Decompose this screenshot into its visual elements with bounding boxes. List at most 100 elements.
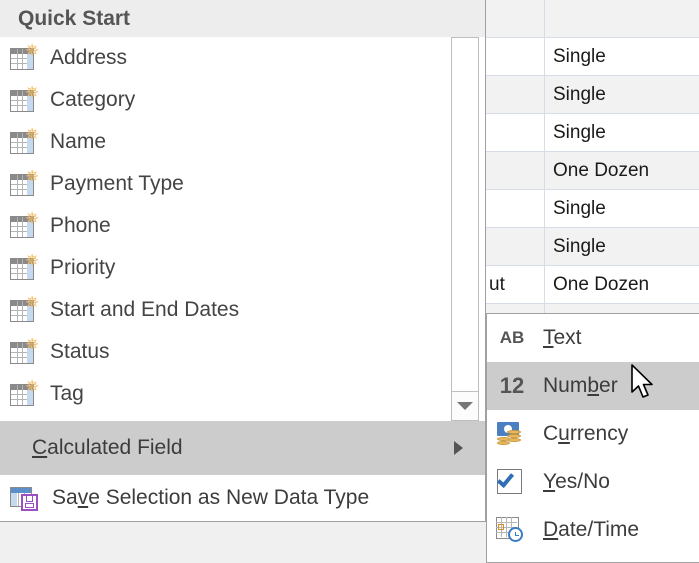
table-sparkle-icon: ✵: [10, 378, 39, 407]
accel-char: b: [587, 374, 600, 397]
table-sparkle-icon: ✵: [10, 294, 39, 323]
table-cell[interactable]: [486, 38, 545, 75]
scroll-down-icon: [457, 402, 473, 410]
menu-item-label: Phone: [50, 214, 111, 237]
submenu-item-label: Currency: [543, 422, 628, 446]
table-row[interactable]: One Dozen: [486, 152, 699, 190]
table-cell[interactable]: [486, 152, 545, 189]
save-icon-table-col: [11, 493, 17, 506]
table-icon-vline-1: [17, 133, 18, 153]
accel-char: C: [32, 436, 48, 459]
scroll-down-button[interactable]: [451, 391, 479, 421]
accel-char: T: [543, 326, 554, 349]
table-icon-vline-2: [22, 133, 23, 153]
clock-icon: [508, 527, 523, 542]
table-save-icon: [10, 485, 38, 511]
sparkle-icon: ✵: [25, 83, 40, 102]
table-icon-vline-2: [22, 259, 23, 279]
submenu-item-label: Number: [543, 374, 618, 398]
table-icon-vline-2: [22, 49, 23, 69]
menu-item-phone[interactable]: ✵ Phone: [0, 205, 485, 247]
table-sparkle-icon: ✵: [10, 336, 39, 365]
table-cell[interactable]: Single: [545, 76, 699, 113]
cal-selected-day: [498, 524, 504, 530]
quick-start-scrollbar[interactable]: [451, 37, 479, 421]
floppy-disk-icon: [21, 494, 38, 511]
table-cell[interactable]: [486, 228, 545, 265]
table-cell[interactable]: [545, 0, 699, 37]
table-row[interactable]: Single: [486, 114, 699, 152]
quick-start-dropdown-menu: Quick Start ✵ Address ✵ Category ✵ Name ✵ Payme…: [0, 0, 486, 522]
submenu-item-number[interactable]: 12 Number: [487, 362, 699, 410]
table-icon-vline-2: [22, 175, 23, 195]
table-cell[interactable]: [486, 190, 545, 227]
table-row[interactable]: Single: [486, 76, 699, 114]
table-cell[interactable]: Single: [545, 38, 699, 75]
table-cell[interactable]: [486, 76, 545, 113]
submenu-item-yes-no[interactable]: Yes/No: [487, 458, 699, 506]
table-cell[interactable]: ut: [486, 266, 545, 303]
table-cell[interactable]: One Dozen: [545, 266, 699, 303]
submenu-item-text[interactable]: AB Text: [487, 314, 699, 362]
submenu-item-currency[interactable]: Currency: [487, 410, 699, 458]
scrollbar-track[interactable]: [452, 38, 478, 420]
menu-item-tag[interactable]: ✵ Tag: [0, 373, 485, 415]
sparkle-icon: ✵: [25, 251, 40, 270]
accel-char: D: [543, 518, 559, 541]
save-pre: Sa: [52, 486, 78, 509]
menu-item-label: Address: [50, 46, 128, 69]
table-icon-vline-2: [22, 343, 23, 363]
save-icon-vline-1: [18, 493, 19, 506]
label-pre: C: [543, 422, 559, 445]
table-icon-vline-1: [17, 49, 18, 69]
menu-item-calculated-field[interactable]: Calculated Field: [0, 421, 485, 475]
coin-5: [497, 441, 510, 445]
table-sparkle-icon: ✵: [10, 251, 40, 281]
menu-item-name[interactable]: ✵ Name: [0, 121, 485, 163]
save-rest: e Selection as New Data Type: [88, 486, 370, 509]
submenu-item-date-time[interactable]: Date/Time: [487, 506, 699, 554]
label-pre: Num: [543, 374, 588, 397]
cal-hline-1: [496, 522, 517, 523]
menu-item-start-and-end-dates[interactable]: ✵ Start and End Dates: [0, 289, 485, 331]
table-icon-vline-2: [22, 217, 23, 237]
menu-item-payment-type[interactable]: ✵ Payment Type: [0, 163, 485, 205]
table-icon-vline-2: [22, 91, 23, 111]
calculated-field-rest: alculated Field: [47, 436, 183, 459]
table-icon-vline-1: [17, 217, 18, 237]
menu-item-status[interactable]: ✵ Status: [0, 331, 485, 373]
table-cell[interactable]: [486, 114, 545, 151]
table-icon-vline-1: [17, 175, 18, 195]
calendar-clock-icon: [495, 516, 529, 544]
checkbox-icon: [495, 468, 529, 496]
number-12-icon: 12: [499, 373, 525, 398]
table-cell[interactable]: Single: [545, 228, 699, 265]
table-sparkle-icon: ✵: [10, 126, 39, 155]
table-sparkle-icon: ✵: [10, 83, 40, 113]
data-type-submenu-items: AB Text 12 Number Currency Yes/No Date/Time: [487, 314, 699, 554]
table-icon-vline-2: [22, 385, 23, 405]
accel-char: u: [558, 422, 570, 445]
table-row[interactable]: Single: [486, 190, 699, 228]
menu-item-category[interactable]: ✵ Category: [0, 79, 485, 121]
menu-item-save-selection[interactable]: Save Selection as New Data Type: [0, 475, 485, 521]
table-row[interactable]: ut One Dozen: [486, 266, 699, 304]
table-cell[interactable]: One Dozen: [545, 152, 699, 189]
table-cell[interactable]: [486, 0, 545, 37]
menu-item-address[interactable]: ✵ Address: [0, 37, 485, 79]
quick-start-header: Quick Start: [0, 0, 485, 37]
table-cell[interactable]: Single: [545, 190, 699, 227]
datasheet-rows: Single Single Single One Dozen Single Single u…: [486, 0, 699, 342]
save-selection-label: Save Selection as New Data Type: [52, 486, 369, 510]
label-rest: ext: [553, 326, 582, 349]
table-cell[interactable]: Single: [545, 114, 699, 151]
table-row[interactable]: [486, 0, 699, 38]
submenu-item-label: Yes/No: [543, 470, 610, 494]
table-row[interactable]: Single: [486, 228, 699, 266]
menu-item-priority[interactable]: ✵ Priority: [0, 247, 485, 289]
sparkle-icon: ✵: [25, 167, 40, 186]
table-row[interactable]: Single: [486, 38, 699, 76]
table-sparkle-icon: ✵: [10, 167, 40, 197]
label-rest: es/No: [555, 470, 610, 493]
table-icon-vline-1: [17, 343, 18, 363]
